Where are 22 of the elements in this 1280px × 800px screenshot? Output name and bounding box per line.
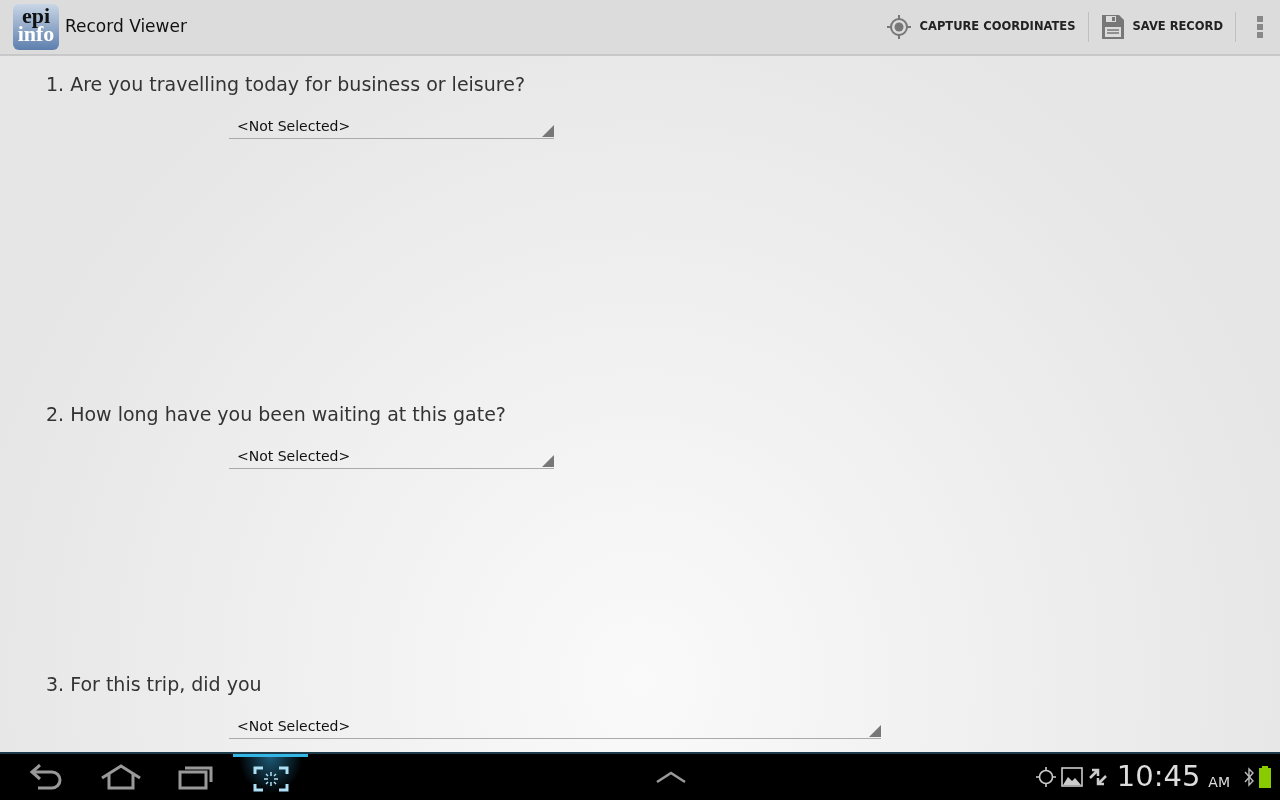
dropdown[interactable]: <Not Selected> bbox=[229, 714, 881, 739]
dropdown[interactable]: <Not Selected> bbox=[229, 444, 554, 469]
dropdown-arrow-icon bbox=[869, 724, 881, 737]
dropdown-arrow-icon bbox=[542, 124, 554, 137]
dropdown[interactable]: <Not Selected> bbox=[229, 114, 554, 139]
question-label: 3. For this trip, did you bbox=[46, 672, 263, 697]
bluetooth-icon bbox=[1244, 767, 1254, 787]
battery-icon bbox=[1258, 766, 1272, 788]
app-logo: epi info bbox=[13, 4, 59, 50]
question-label: 2. How long have you been waiting at this gate? bbox=[46, 402, 507, 427]
capture-coordinates-button[interactable]: CAPTURE COORDINATES bbox=[877, 7, 1084, 47]
save-icon bbox=[1100, 14, 1125, 40]
clock-time: 10:45 bbox=[1116, 758, 1201, 796]
window-title: Record Viewer bbox=[65, 15, 187, 39]
image-icon bbox=[1060, 767, 1083, 787]
target-icon bbox=[885, 14, 912, 40]
clock-ampm: AM bbox=[1208, 772, 1230, 792]
save-record-button[interactable]: SAVE RECORD bbox=[1092, 7, 1231, 47]
gps-icon bbox=[1034, 766, 1057, 788]
dropdown-arrow-icon bbox=[542, 454, 554, 467]
overflow-menu-icon[interactable] bbox=[1256, 14, 1264, 40]
question-label: 1. Are you travelling today for business or leisure? bbox=[46, 72, 526, 97]
